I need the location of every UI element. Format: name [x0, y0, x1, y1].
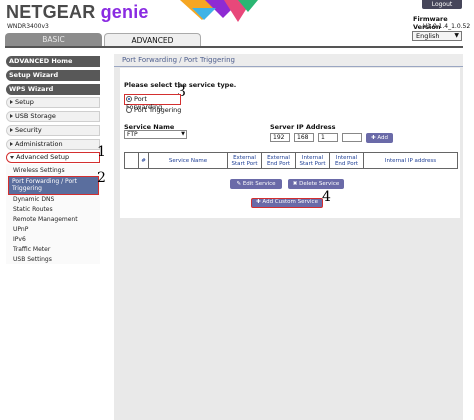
- sidebar-item-administration[interactable]: Administration: [6, 139, 100, 150]
- firmware-version-value: V1.0.1.4_1.0.52: [423, 23, 471, 30]
- expand-arrow-icon: [10, 128, 13, 132]
- submenu-upnp[interactable]: UPnP: [13, 226, 28, 233]
- sidebar-item-usb-storage[interactable]: USB Storage: [6, 111, 100, 122]
- sidebar-wps-wizard[interactable]: WPS Wizard: [6, 84, 100, 95]
- step-number-4: 4: [322, 189, 331, 205]
- table-header-int-start: Internal Start Port: [295, 152, 330, 169]
- service-name-value: FTP: [127, 131, 138, 138]
- ip-octet-2-input[interactable]: 168: [294, 133, 314, 142]
- submenu-wireless-settings[interactable]: Wireless Settings: [13, 167, 65, 174]
- ip-octet-3-input[interactable]: 1: [318, 133, 338, 142]
- delete-service-label: Delete Service: [299, 181, 340, 187]
- logo-product: genie: [100, 2, 149, 22]
- radio-port-triggering[interactable]: Port Triggering: [126, 106, 181, 114]
- radio-unselected-icon: [126, 107, 132, 113]
- step-number-2: 2: [97, 170, 106, 186]
- sidebar-advanced-home[interactable]: ADVANCED Home: [6, 56, 100, 67]
- server-ip-label: Server IP Address: [270, 123, 336, 131]
- ip-octet-1-input[interactable]: 192: [270, 133, 290, 142]
- add-custom-service-button[interactable]: ✚ Add Custom Service: [251, 198, 323, 208]
- netgear-genie-logo: NETGEAR genie: [6, 2, 149, 23]
- step-number-1: 1: [97, 144, 106, 160]
- content-area: [120, 68, 460, 218]
- edit-service-label: Edit Service: [242, 181, 276, 187]
- sidebar-item-label: Setup: [15, 98, 34, 106]
- table-header-select: [124, 152, 139, 169]
- expand-arrow-icon: [10, 142, 13, 146]
- tab-basic[interactable]: BASIC: [5, 33, 102, 47]
- sidebar-item-setup[interactable]: Setup: [6, 97, 100, 108]
- collapse-arrow-icon: [10, 155, 14, 159]
- table-header-ext-start: External Start Port: [227, 152, 262, 169]
- edit-service-button[interactable]: ✎ Edit Service: [230, 179, 282, 189]
- add-button[interactable]: ✚ Add: [366, 133, 393, 143]
- submenu-remote-management[interactable]: Remote Management: [13, 216, 78, 223]
- sidebar-item-security[interactable]: Security: [6, 125, 100, 136]
- submenu-traffic-meter[interactable]: Traffic Meter: [13, 246, 50, 253]
- sidebar-setup-wizard[interactable]: Setup Wizard: [6, 70, 100, 81]
- radio-selected-icon: [126, 96, 132, 102]
- submenu-ipv6[interactable]: IPv6: [13, 236, 26, 243]
- table-header-row: # Service Name External Start Port Exter…: [124, 152, 458, 169]
- router-model: WNDR3400v3: [7, 23, 49, 30]
- table-header-service-name: Service Name: [148, 152, 228, 169]
- sidebar-item-label: USB Storage: [15, 112, 56, 120]
- sidebar-item-label: Advanced Setup: [16, 153, 70, 161]
- add-button-label: Add: [377, 135, 388, 141]
- radio-port-triggering-label: Port Triggering: [134, 106, 182, 114]
- language-select[interactable]: English ▼: [412, 31, 462, 41]
- logo-brand: NETGEAR: [6, 2, 96, 22]
- expand-arrow-icon: [10, 100, 13, 104]
- page-title: Port Forwarding / Port Triggering: [114, 54, 463, 67]
- sidebar-item-advanced-setup[interactable]: Advanced Setup: [6, 152, 100, 163]
- chevron-down-icon: ▼: [181, 131, 185, 137]
- submenu-static-routes[interactable]: Static Routes: [13, 206, 53, 213]
- expand-arrow-icon: [10, 114, 13, 118]
- delete-service-button[interactable]: ✖ Delete Service: [288, 179, 344, 189]
- radio-port-forwarding[interactable]: Port Forwarding: [124, 94, 181, 111]
- table-header-int-end: Internal End Port: [329, 152, 364, 169]
- ip-octet-4-input[interactable]: [342, 133, 362, 142]
- language-select-value: English: [416, 32, 440, 40]
- service-name-select[interactable]: FTP ▼: [124, 130, 187, 139]
- table-header-int-ip: Internal IP address: [363, 152, 458, 169]
- tab-divider: [5, 46, 463, 48]
- add-custom-service-label: Add Custom Service: [262, 199, 318, 205]
- submenu-usb-settings[interactable]: USB Settings: [13, 256, 52, 263]
- logout-button[interactable]: Logout: [422, 0, 462, 9]
- submenu-port-forwarding[interactable]: Port Forwarding / Port Triggering: [8, 176, 99, 195]
- tab-advanced[interactable]: ADVANCED: [104, 33, 201, 47]
- submenu-dynamic-dns[interactable]: Dynamic DNS: [13, 196, 54, 203]
- chevron-down-icon: ▼: [454, 32, 459, 39]
- table-header-ext-end: External End Port: [261, 152, 296, 169]
- sidebar-item-label: Administration: [15, 140, 63, 148]
- services-table: # Service Name External Start Port Exter…: [124, 152, 458, 169]
- table-header-number: #: [138, 152, 149, 169]
- sidebar-item-label: Security: [15, 126, 42, 134]
